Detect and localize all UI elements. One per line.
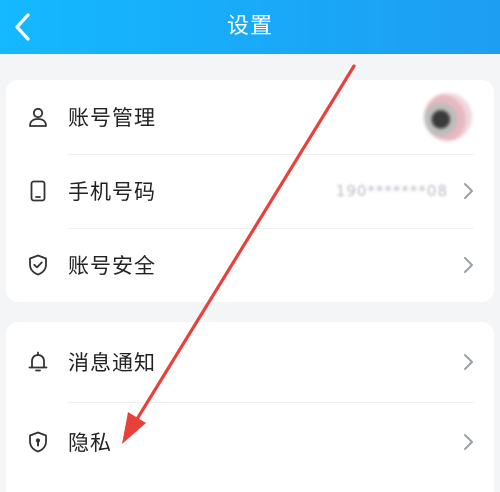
phone-icon [30, 180, 46, 202]
notifications-label: 消息通知 [68, 351, 156, 375]
page-title: 设置 [226, 14, 273, 39]
account-security-label: 账号安全 [68, 254, 156, 278]
privacy-shield-icon [29, 431, 47, 453]
person-icon [29, 107, 47, 127]
account-security-row[interactable]: 账号安全 [6, 228, 494, 302]
privacy-row[interactable]: 隐私 [6, 402, 494, 482]
chevron-right-icon [464, 354, 473, 370]
notifications-row[interactable]: 消息通知 [6, 322, 494, 402]
top-bar: 设置 [0, 0, 500, 54]
phone-number-label: 手机号码 [68, 180, 156, 204]
account-management-row[interactable]: 账号管理 [6, 80, 494, 154]
phone-number-row[interactable]: 手机号码 190*******08 [6, 154, 494, 228]
privacy-label: 隐私 [68, 431, 112, 455]
bell-icon [28, 351, 48, 372]
shield-check-icon [29, 254, 47, 276]
chevron-right-icon [464, 434, 473, 450]
account-management-label: 账号管理 [68, 106, 156, 130]
phone-number-value: 190*******08 [335, 182, 448, 200]
chevron-right-icon [464, 183, 473, 199]
avatar[interactable] [424, 93, 472, 141]
general-settings-card: 消息通知 隐私 [6, 322, 494, 492]
chevron-right-icon [464, 257, 473, 273]
account-settings-card: 账号管理 手机号码 190*******08 账号安全 [6, 80, 494, 302]
